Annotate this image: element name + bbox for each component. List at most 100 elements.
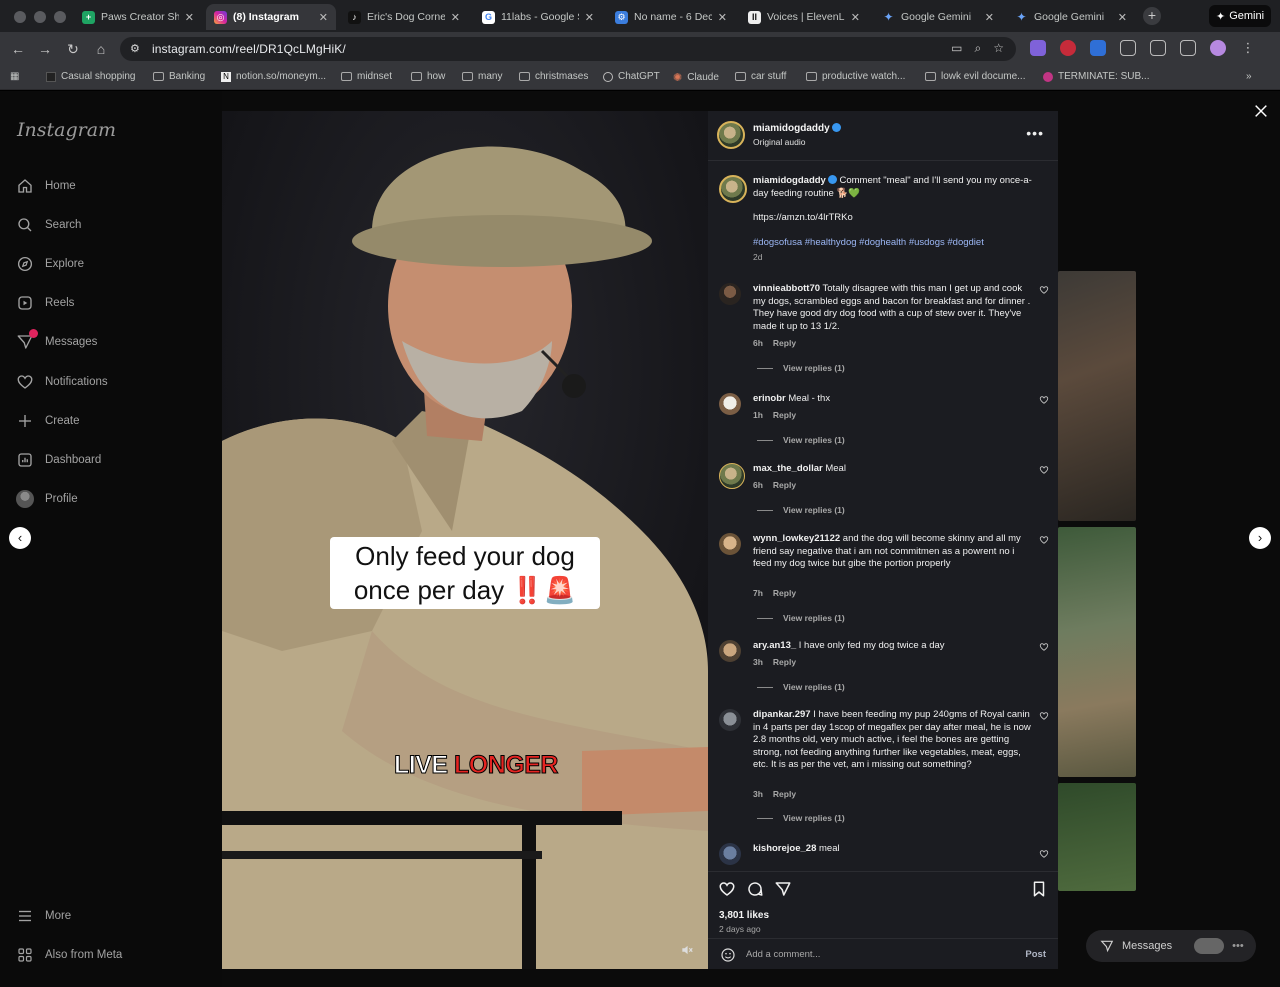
like-comment-icon[interactable]	[1039, 395, 1049, 405]
new-tab-button[interactable]: +	[1143, 7, 1161, 25]
nav-dashboard[interactable]: Dashboard	[16, 451, 101, 469]
bookmark-car-stuff[interactable]: car stuff	[735, 71, 786, 82]
like-comment-icon[interactable]	[1039, 849, 1049, 859]
extension-icon[interactable]	[1060, 40, 1076, 56]
likes-count[interactable]: 3,801 likes	[719, 910, 769, 921]
reply-button[interactable]: Reply	[773, 789, 796, 799]
view-replies-button[interactable]: View replies (1)	[757, 613, 845, 623]
apps-grid-icon[interactable]: ▦	[10, 71, 19, 82]
nav-home[interactable]: Home	[16, 177, 76, 195]
view-replies-button[interactable]: View replies (1)	[757, 363, 845, 373]
avatar[interactable]	[719, 175, 747, 203]
comment-input[interactable]: Add a comment...	[746, 949, 820, 960]
bookmark-casual-shopping[interactable]: Casual shopping	[46, 71, 136, 82]
reading-list-icon[interactable]	[1180, 40, 1196, 56]
tab-erics-dog-corner[interactable]: ♪ Eric's Dog Corne ✕	[340, 4, 468, 30]
tab-elevenlabs[interactable]: II Voices | ElevenLa ✕	[740, 4, 868, 30]
nav-more[interactable]: More	[16, 907, 71, 925]
avatar[interactable]	[719, 533, 741, 555]
nav-notifications[interactable]: Notifications	[16, 373, 108, 391]
reload-icon[interactable]: ↻	[65, 41, 81, 57]
bookmark-banking[interactable]: Banking	[153, 71, 205, 82]
view-replies-button[interactable]: View replies (1)	[757, 435, 845, 445]
bookmark-claude[interactable]: ✺ Claude	[673, 71, 719, 84]
reply-button[interactable]: Reply	[773, 657, 796, 667]
nav-reels[interactable]: Reels	[16, 294, 74, 312]
close-tab-icon[interactable]: ✕	[451, 11, 460, 24]
close-tab-icon[interactable]: ✕	[185, 11, 194, 24]
avatar[interactable]	[719, 463, 745, 489]
bookmark-christmases[interactable]: christmases	[519, 71, 588, 82]
nav-explore[interactable]: Explore	[16, 255, 84, 273]
tab-google-search[interactable]: G 11labs - Google S ✕	[474, 4, 602, 30]
menu-icon[interactable]: ⋮	[1240, 40, 1256, 56]
avatar[interactable]	[719, 640, 741, 662]
view-replies-button[interactable]: View replies (1)	[757, 505, 845, 515]
post-author[interactable]: miamidogdaddy	[753, 123, 841, 134]
reply-button[interactable]: Reply	[773, 480, 796, 490]
home-icon[interactable]: ⌂	[93, 41, 109, 57]
close-tab-icon[interactable]: ✕	[985, 11, 994, 24]
mute-icon[interactable]	[680, 943, 694, 957]
bookmark-lowk-evil[interactable]: lowk evil docume...	[925, 71, 1025, 82]
close-icon[interactable]	[1253, 103, 1269, 119]
avatar[interactable]	[719, 843, 741, 865]
window-controls[interactable]	[14, 11, 66, 23]
zoom-icon[interactable]: ⌕	[975, 41, 982, 56]
bookmark-many[interactable]: many	[462, 71, 502, 82]
nav-also-from-meta[interactable]: Also from Meta	[16, 946, 122, 964]
like-comment-icon[interactable]	[1039, 465, 1049, 475]
puzzle-icon[interactable]	[1120, 40, 1136, 56]
nav-create[interactable]: Create	[16, 412, 80, 430]
bookmark-productive-watch[interactable]: productive watch...	[806, 71, 905, 82]
view-replies-button[interactable]: View replies (1)	[757, 813, 845, 823]
caption-link[interactable]: https://amzn.to/4lrTRKo	[753, 212, 1035, 225]
avatar[interactable]	[719, 393, 741, 415]
nav-messages[interactable]: Messages	[16, 329, 97, 351]
audio-link[interactable]: Original audio	[753, 137, 841, 147]
extension-icon[interactable]	[1090, 40, 1106, 56]
more-bookmarks-icon[interactable]: »	[1246, 71, 1252, 82]
bookmark-midnset[interactable]: midnset	[341, 71, 392, 82]
bookmark-terminate[interactable]: TERMINATE: SUB...	[1043, 71, 1150, 82]
close-tab-icon[interactable]: ✕	[585, 11, 594, 24]
extension-icon[interactable]	[1030, 40, 1046, 56]
reply-button[interactable]: Reply	[773, 588, 796, 598]
tab-google-gemini-1[interactable]: ✦ Google Gemini ✕	[874, 4, 1002, 30]
site-settings-icon[interactable]: ⚙	[130, 42, 144, 56]
like-icon[interactable]	[718, 880, 736, 898]
like-comment-icon[interactable]	[1039, 535, 1049, 545]
view-replies-button[interactable]: View replies (1)	[757, 682, 845, 692]
back-icon[interactable]: ←	[10, 41, 26, 57]
like-comment-icon[interactable]	[1039, 285, 1049, 295]
cast-icon[interactable]: ▭	[951, 41, 962, 56]
close-tab-icon[interactable]: ✕	[718, 11, 727, 24]
close-tab-icon[interactable]: ✕	[851, 11, 860, 24]
more-options-icon[interactable]: •••	[1026, 125, 1044, 141]
avatar[interactable]	[719, 283, 741, 305]
like-comment-icon[interactable]	[1039, 642, 1049, 652]
profile-avatar[interactable]	[1210, 40, 1226, 56]
tab-instagram[interactable]: ◎ (8) Instagram ✕	[206, 4, 336, 30]
close-tab-icon[interactable]: ✕	[319, 11, 328, 24]
comment-icon[interactable]	[746, 880, 764, 898]
like-comment-icon[interactable]	[1039, 711, 1049, 721]
reply-button[interactable]: Reply	[773, 338, 796, 348]
next-reel-button[interactable]: ›	[1249, 527, 1271, 549]
bookmark-star-icon[interactable]: ☆	[993, 41, 1004, 56]
bookmark-notion[interactable]: Nnotion.so/moneym...	[221, 71, 326, 82]
instagram-logo[interactable]: Instagram	[17, 119, 116, 141]
gemini-button[interactable]: ✦ Gemini	[1209, 5, 1271, 27]
close-tab-icon[interactable]: ✕	[1118, 11, 1127, 24]
nav-search[interactable]: Search	[16, 216, 81, 234]
tab-paws-creator[interactable]: + Paws Creator Sh ✕	[74, 4, 202, 30]
forward-icon[interactable]: →	[37, 41, 53, 57]
sidepanel-icon[interactable]	[1150, 40, 1166, 56]
tab-google-gemini-2[interactable]: ✦ Google Gemini ✕	[1007, 4, 1135, 30]
emoji-icon[interactable]	[720, 947, 736, 963]
share-icon[interactable]	[774, 880, 792, 898]
avatar[interactable]	[719, 709, 741, 731]
avatar[interactable]	[717, 121, 745, 149]
more-options-icon[interactable]: •••	[1232, 940, 1244, 952]
caption-hashtags[interactable]: #dogsofusa #healthydog #doghealth #usdog…	[753, 237, 1035, 250]
